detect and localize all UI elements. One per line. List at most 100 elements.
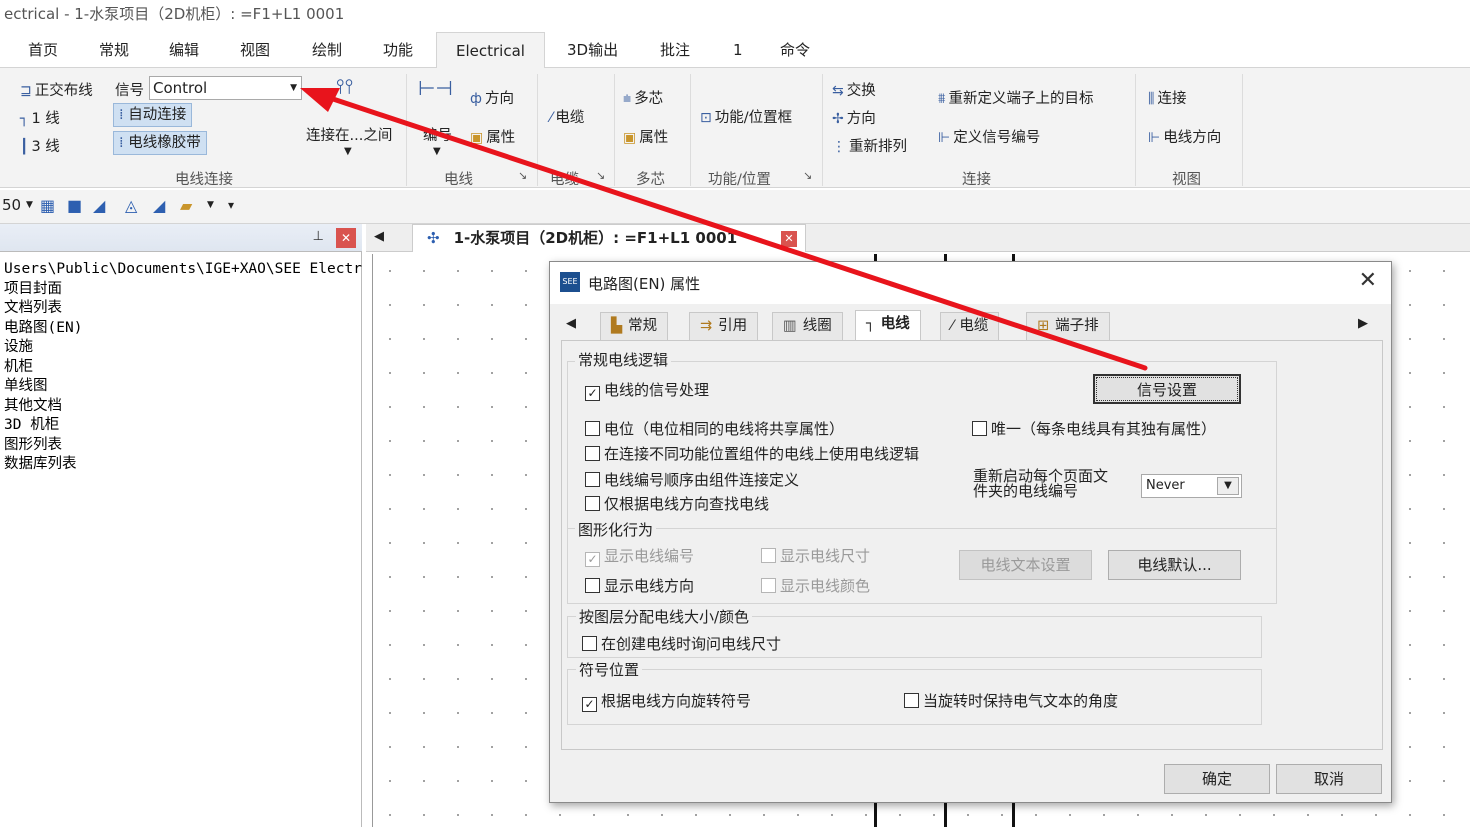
tree-item[interactable]: 设施 bbox=[4, 338, 362, 358]
tab-edit[interactable]: 编辑 bbox=[169, 32, 199, 68]
tree-item[interactable]: 数据库列表 bbox=[4, 455, 362, 475]
tab-draw[interactable]: 绘制 bbox=[312, 32, 342, 68]
wire-number-button[interactable]: 编号 bbox=[423, 124, 452, 145]
show-size-checkbox[interactable]: 显示电线尺寸 bbox=[761, 545, 870, 566]
tab-scroll-left-icon[interactable]: ◀ bbox=[566, 316, 576, 331]
signal-processing-checkbox[interactable]: ✓ 电线的信号处理 bbox=[585, 379, 709, 401]
three-wire-button[interactable]: ┃ 3 线 bbox=[20, 135, 60, 156]
potential-checkbox[interactable]: 电位（电位相同的电线将共享属性） bbox=[585, 418, 844, 439]
redefine-target-button[interactable]: ⩩ 重新定义端子上的目标 bbox=[938, 87, 1093, 108]
close-icon[interactable]: ✕ bbox=[336, 228, 356, 248]
check-icon: ✓ bbox=[585, 386, 600, 401]
pin-icon[interactable]: ⊥ bbox=[313, 229, 324, 244]
unique-checkbox[interactable]: 唯一（每条电线具有其独有属性） bbox=[972, 418, 1216, 439]
wire-direction-button[interactable]: ф 方向 bbox=[470, 87, 514, 108]
chevron-down-icon[interactable]: ▼ bbox=[207, 200, 214, 210]
show-number-checkbox[interactable]: ✓ 显示电线编号 bbox=[585, 545, 694, 567]
swap-button[interactable]: ⇆ 交换 bbox=[832, 79, 876, 100]
ribbon-separator bbox=[1135, 74, 1136, 186]
chevron-down-icon[interactable]: ▼ bbox=[433, 146, 441, 157]
dialog-tab-coil[interactable]: ▥ 线圈 bbox=[772, 312, 843, 340]
overflow-icon[interactable]: ▾ bbox=[228, 198, 234, 212]
dialog-launcher-icon[interactable]: ↘ bbox=[518, 169, 527, 182]
one-wire-button[interactable]: ┐ 1 线 bbox=[20, 107, 60, 128]
signal-combo[interactable]: Control ▼ bbox=[149, 76, 302, 100]
dialog-tab-cable[interactable]: ⁄ 电缆 bbox=[940, 312, 1000, 340]
cable-button[interactable]: ⁄ 电缆 bbox=[550, 106, 584, 127]
restart-numbering-select[interactable]: Never ▼ bbox=[1141, 474, 1242, 498]
window-title: ectrical - 1-水泵项目（2D机柜）: =F1+L1 0001 bbox=[0, 0, 1470, 30]
tree-item[interactable]: 图形列表 bbox=[4, 436, 362, 456]
tree-item[interactable]: 文档列表 bbox=[4, 299, 362, 319]
wire-default-button[interactable]: 电线默认... bbox=[1108, 550, 1241, 580]
view-connection-button[interactable]: ⫼ 连接 bbox=[1148, 87, 1186, 108]
cancel-button[interactable]: 取消 bbox=[1276, 764, 1382, 794]
function-frame-button[interactable]: ⊡ 功能/位置框 bbox=[700, 106, 792, 127]
one-wire-label: 1 线 bbox=[31, 111, 60, 127]
dialog-tab-reference[interactable]: ⇉ 引用 bbox=[689, 312, 759, 340]
multicore-button[interactable]: ⩧ 多芯 bbox=[623, 87, 663, 108]
tree-item[interactable]: 电路图(EN) bbox=[4, 319, 362, 339]
multicore-properties-button[interactable]: ▣ 属性 bbox=[623, 126, 668, 147]
reorder-button[interactable]: ⋮ 重新排列 bbox=[832, 135, 907, 156]
document-icon: ✣ bbox=[427, 229, 440, 247]
tab-1[interactable]: 1 bbox=[733, 32, 743, 68]
wire-properties-button[interactable]: ▣ 属性 bbox=[470, 126, 515, 147]
tree-item[interactable]: 项目封面 bbox=[4, 280, 362, 300]
chevron-down-icon: ▼ bbox=[1217, 477, 1239, 495]
rubber-band-toggle[interactable]: ⁞ 电线橡胶带 bbox=[113, 131, 207, 155]
tab-general[interactable]: 常规 bbox=[99, 32, 129, 68]
ask-size-checkbox[interactable]: 在创建电线时询问电线尺寸 bbox=[582, 633, 781, 654]
tab-command[interactable]: 命令 bbox=[780, 32, 810, 68]
keep-angle-checkbox[interactable]: 当旋转时保持电气文本的角度 bbox=[904, 690, 1118, 711]
signal-settings-button[interactable]: 信号设置 bbox=[1093, 374, 1241, 404]
tree-item[interactable]: 其他文档 bbox=[4, 397, 362, 417]
redefine-target-icon: ⩩ bbox=[938, 91, 946, 107]
connect-between-button[interactable]: 连接在...之间 bbox=[306, 124, 392, 145]
dialog-launcher-icon[interactable]: ↘ bbox=[596, 169, 605, 182]
font-a-icon[interactable]: ◢ bbox=[93, 196, 105, 215]
chevron-down-icon[interactable]: ▼ bbox=[26, 200, 33, 210]
ortho-wiring-button[interactable]: ⊒ 正交布线 bbox=[20, 79, 93, 100]
dialog-tab-wire[interactable]: ┐ 电线 bbox=[855, 310, 921, 341]
zoom-value[interactable]: 50 bbox=[2, 196, 21, 214]
view-wire-direction-button[interactable]: ⊩ 电线方向 bbox=[1148, 126, 1221, 147]
save-icon[interactable]: ■ bbox=[67, 196, 82, 215]
tab-scroll-right-icon[interactable]: ▶ bbox=[1358, 316, 1368, 331]
auto-connect-toggle[interactable]: ⁞ 自动连接 bbox=[113, 103, 193, 127]
tab-home[interactable]: 首页 bbox=[28, 32, 58, 68]
tree-item[interactable]: Users\Public\Documents\IGE+XAO\SEE Elect… bbox=[4, 260, 362, 280]
connect-direction-button[interactable]: ✢ 方向 bbox=[832, 107, 876, 128]
text-bold-icon[interactable]: ◢ bbox=[153, 196, 165, 215]
define-signal-button[interactable]: ⊩ 定义信号编号 bbox=[938, 126, 1040, 147]
folder-icon[interactable]: ▰ bbox=[180, 196, 192, 215]
show-direction-checkbox[interactable]: 显示电线方向 bbox=[585, 575, 694, 596]
document-tab[interactable]: ✣ 1-水泵项目（2D机柜）: =F1+L1 0001 ✕ bbox=[412, 224, 806, 252]
grid-icon[interactable]: ▦ bbox=[40, 196, 55, 215]
tree-item[interactable]: 3D 机柜 bbox=[4, 416, 362, 436]
tab-annotation[interactable]: 批注 bbox=[660, 32, 690, 68]
rotate-symbol-checkbox[interactable]: ✓ 根据电线方向旋转符号 bbox=[582, 690, 751, 712]
tab-3d-output[interactable]: 3D输出 bbox=[567, 32, 618, 68]
tab-function[interactable]: 功能 bbox=[383, 32, 413, 68]
tab-electrical[interactable]: Electrical bbox=[436, 32, 545, 69]
numbering-order-checkbox[interactable]: 电线编号顺序由组件连接定义 bbox=[585, 469, 799, 490]
tab-view[interactable]: 视图 bbox=[240, 32, 270, 68]
scroll-left-icon[interactable]: ◀ bbox=[374, 229, 384, 244]
dialog-tab-terminal[interactable]: ⊞ 端子排 bbox=[1026, 312, 1110, 340]
restart-numbering-value: Never bbox=[1146, 478, 1185, 493]
diff-function-checkbox[interactable]: 在连接不同功能位置组件的电线上使用电线逻辑 bbox=[585, 443, 919, 464]
find-by-direction-checkbox[interactable]: 仅根据电线方向查找电线 bbox=[585, 493, 769, 514]
dialog-launcher-icon[interactable]: ↘ bbox=[803, 169, 812, 182]
close-icon[interactable]: ✕ bbox=[1359, 268, 1377, 293]
text-settings-button[interactable]: 电线文本设置 bbox=[959, 550, 1092, 580]
text-style-icon[interactable]: ◬ bbox=[125, 196, 137, 215]
tree-item[interactable]: 机柜 bbox=[4, 358, 362, 378]
dialog-tab-general[interactable]: ▙ 常规 bbox=[600, 312, 669, 340]
close-icon[interactable]: ✕ bbox=[781, 231, 797, 247]
ok-button[interactable]: 确定 bbox=[1164, 764, 1270, 794]
show-color-checkbox[interactable]: 显示电线颜色 bbox=[761, 575, 870, 596]
chevron-down-icon[interactable]: ▼ bbox=[344, 146, 352, 157]
connection-icon: ⫼ bbox=[1148, 91, 1155, 107]
tree-item[interactable]: 单线图 bbox=[4, 377, 362, 397]
